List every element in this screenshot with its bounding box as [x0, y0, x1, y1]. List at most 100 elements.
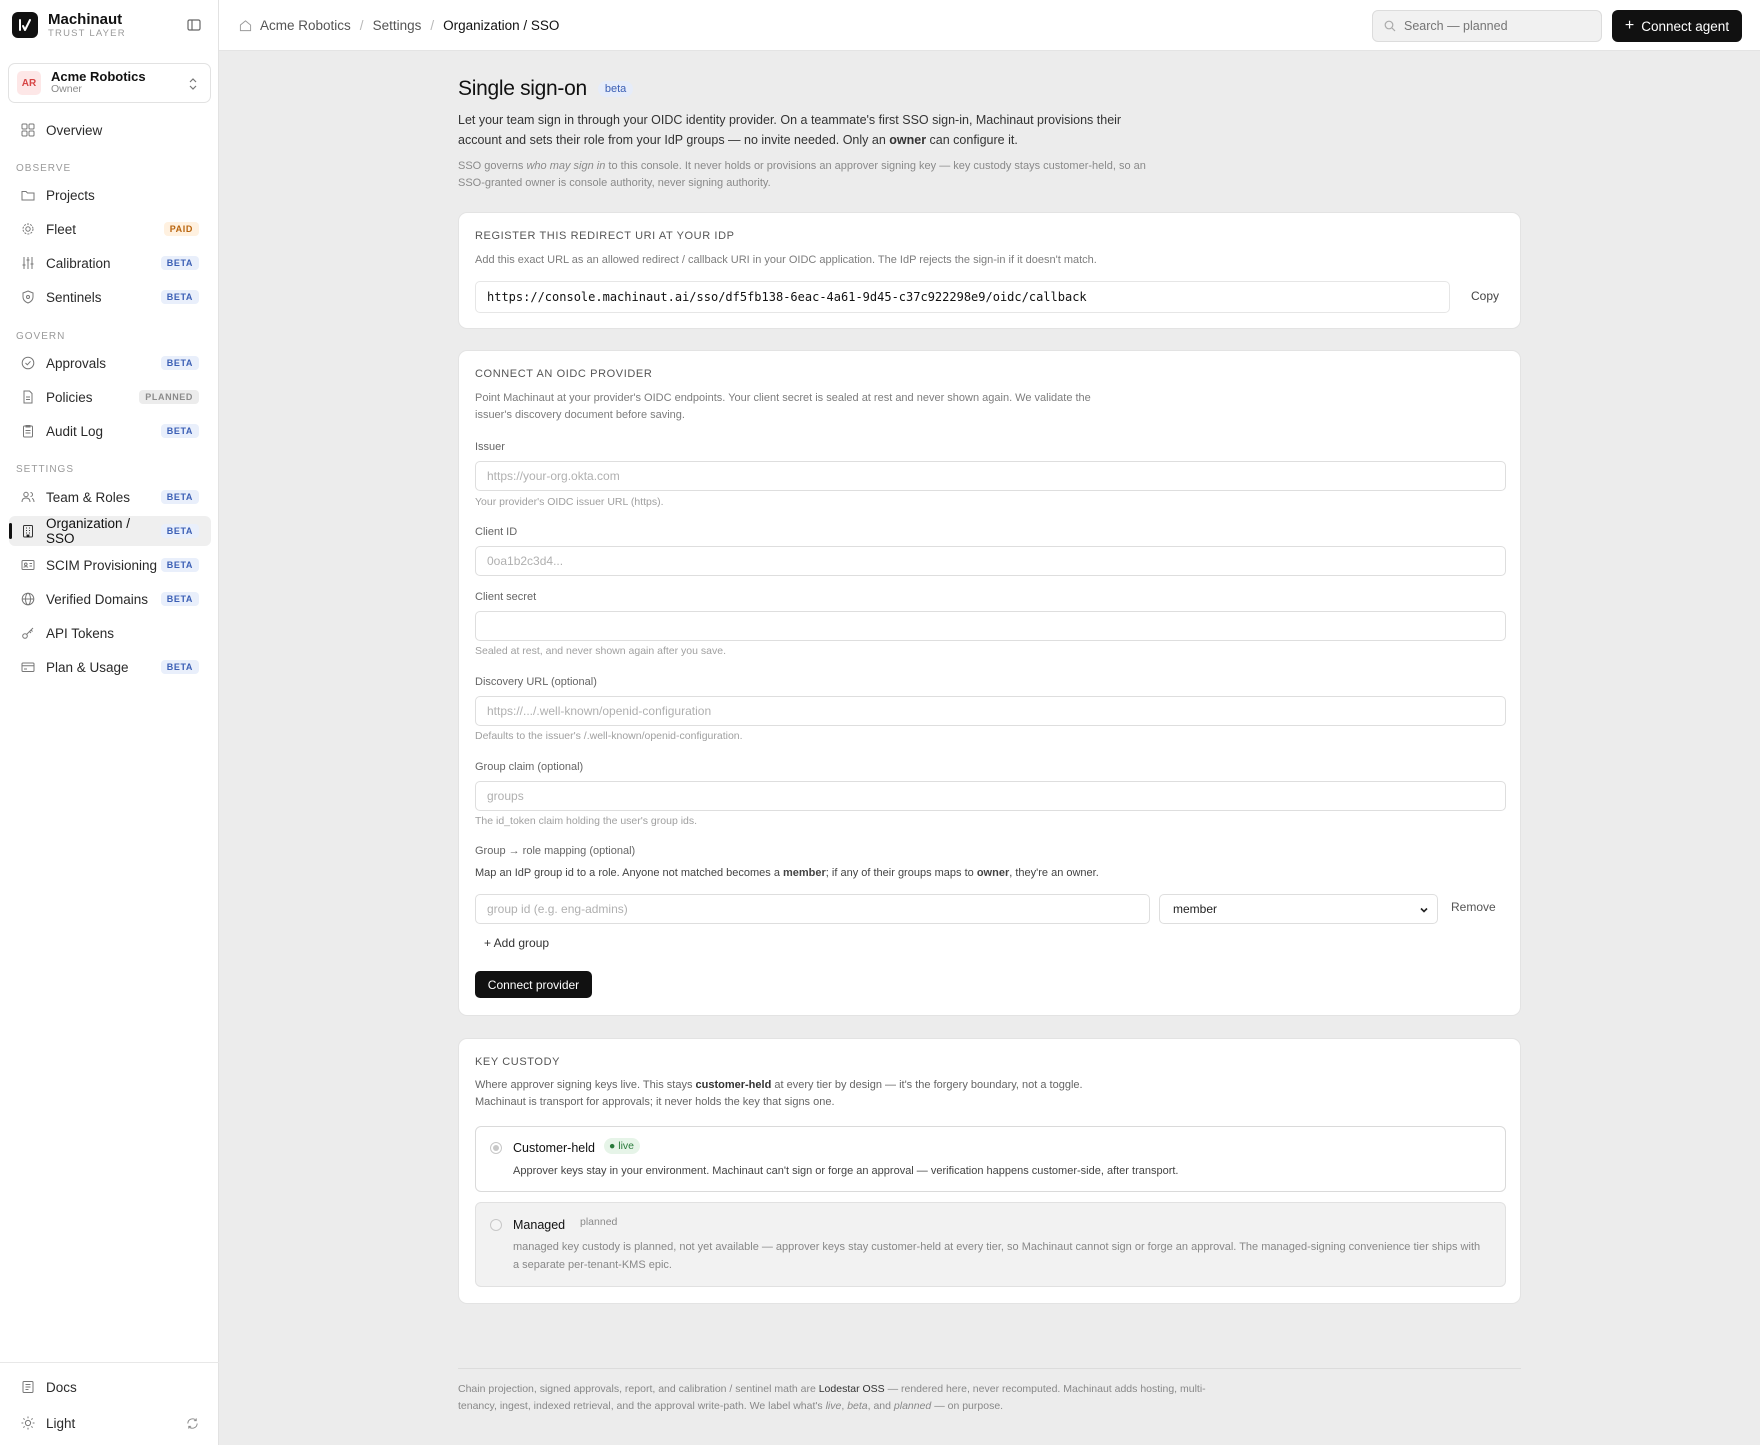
- section-label-govern: GOVERN: [16, 331, 66, 342]
- client-secret-label: Client secret: [475, 591, 537, 603]
- id-card-icon: [21, 558, 35, 572]
- gear-icon: [21, 222, 35, 236]
- footer-note: Chain projection, signed approvals, repo…: [458, 1383, 1206, 1412]
- group-claim-input[interactable]: [475, 781, 1506, 811]
- sidebar-item-label: Overview: [46, 122, 103, 138]
- add-group-button[interactable]: + Add group: [484, 936, 549, 950]
- sidebar-item-label: Organization / SSO: [46, 516, 131, 546]
- copy-button[interactable]: Copy: [1464, 285, 1506, 307]
- card-description: Where approver signing keys live. This s…: [475, 1079, 1083, 1108]
- issuer-help: Your provider's OIDC issuer URL (https).: [475, 496, 664, 508]
- beta-badge: BETA: [160, 356, 199, 370]
- group-id-input[interactable]: [475, 894, 1150, 924]
- brand-subtitle: TRUST LAYER: [48, 27, 126, 39]
- role-select[interactable]: member: [1159, 894, 1438, 924]
- beta-badge: BETA: [160, 524, 199, 538]
- group-claim-label: Group claim (optional): [475, 761, 584, 773]
- discovery-url-label: Discovery URL (optional): [475, 676, 597, 688]
- section-label-settings: SETTINGS: [16, 464, 75, 475]
- sidebar-item-label: Fleet: [46, 221, 77, 237]
- sidebar-item-docs[interactable]: Docs: [9, 1372, 211, 1402]
- key-custody-card: KEY CUSTODY Where approver signing keys …: [458, 1038, 1521, 1304]
- planned-tag: planned: [580, 1216, 618, 1228]
- page-title: Single sign-on: [458, 77, 587, 100]
- search-box[interactable]: [1372, 10, 1602, 42]
- chevron-up-down-icon: [188, 77, 198, 94]
- discovery-url-input[interactable]: [475, 696, 1506, 726]
- sidebar-item-overview[interactable]: Overview: [9, 115, 211, 145]
- sidebar-item-label: Calibration: [46, 255, 111, 271]
- beta-badge: BETA: [160, 290, 199, 304]
- client-secret-input[interactable]: [475, 611, 1506, 641]
- org-switcher[interactable]: AR Acme Robotics Owner: [8, 63, 211, 103]
- group-mapping-label: Group → role mapping (optional): [475, 845, 636, 857]
- sidebar-item-sentinels[interactable]: Sentinels BETA: [9, 282, 211, 312]
- oidc-provider-card: CONNECT AN OIDC PROVIDER Point Machinaut…: [458, 350, 1521, 1016]
- custody-option-customer-held[interactable]: Customer-held ● live Approver keys stay …: [475, 1126, 1506, 1192]
- sidebar-item-approvals[interactable]: Approvals BETA: [9, 348, 211, 378]
- page-note: SSO governs who may sign in to this cons…: [458, 160, 1146, 189]
- custody-option-managed: Managed planned managed key custody is p…: [475, 1202, 1506, 1287]
- sun-icon: [21, 1416, 35, 1430]
- discovery-url-help: Defaults to the issuer's /.well-known/op…: [475, 730, 743, 742]
- option-description: managed key custody is planned, not yet …: [513, 1241, 1481, 1271]
- option-description: Approver keys stay in your environment. …: [513, 1165, 1179, 1177]
- group-mapping-description: Map an IdP group id to a role. Anyone no…: [475, 867, 1099, 879]
- search-icon: [1384, 20, 1396, 32]
- sidebar-item-audit-log[interactable]: Audit Log BETA: [9, 416, 211, 446]
- connect-provider-button[interactable]: Connect provider: [475, 971, 592, 998]
- card-title: KEY CUSTODY: [475, 1056, 561, 1068]
- card-title: REGISTER THIS REDIRECT URI AT YOUR IDP: [475, 230, 735, 242]
- breadcrumb-org[interactable]: Acme Robotics: [260, 18, 351, 33]
- sidebar-item-team-roles[interactable]: Team & Roles BETA: [9, 482, 211, 512]
- option-name: Managed: [513, 1218, 566, 1232]
- issuer-input[interactable]: [475, 461, 1506, 491]
- live-badge: ● live: [604, 1138, 641, 1154]
- client-id-input[interactable]: [475, 546, 1506, 576]
- breadcrumb: Acme Robotics / Settings / Organization …: [239, 0, 559, 51]
- users-icon: [21, 490, 35, 504]
- search-input[interactable]: [1404, 19, 1584, 33]
- sidebar-item-projects[interactable]: Projects: [9, 180, 211, 210]
- brand[interactable]: Machinaut TRUST LAYER: [12, 12, 126, 38]
- sidebar-item-label: Plan & Usage: [46, 659, 129, 675]
- sidebar-collapse-icon[interactable]: [186, 17, 202, 33]
- footer-divider: [458, 1368, 1521, 1369]
- refresh-icon[interactable]: [186, 1417, 199, 1430]
- breadcrumb-separator: /: [359, 18, 364, 33]
- remove-group-button[interactable]: Remove: [1451, 900, 1496, 914]
- sidebar-item-calibration[interactable]: Calibration BETA: [9, 248, 211, 278]
- plus-icon: +: [1624, 17, 1635, 34]
- sidebar-item-verified-domains[interactable]: Verified Domains BETA: [9, 584, 211, 614]
- grid-icon: [21, 123, 35, 137]
- breadcrumb-current: Organization / SSO: [443, 18, 560, 33]
- sidebar-item-organization-sso[interactable]: Organization / SSO BETA: [9, 516, 211, 546]
- credit-card-icon: [21, 660, 35, 674]
- sidebar-item-fleet[interactable]: Fleet PAID: [9, 214, 211, 244]
- check-circle-icon: [21, 356, 35, 370]
- clipboard-icon: [21, 424, 35, 438]
- shield-icon: [21, 290, 35, 304]
- theme-toggle[interactable]: Light: [9, 1408, 211, 1438]
- chevron-down-icon: [1419, 904, 1429, 918]
- org-avatar: AR: [17, 71, 41, 95]
- connect-agent-label: Connect agent: [1641, 18, 1730, 34]
- beta-badge: BETA: [160, 490, 199, 504]
- card-title: CONNECT AN OIDC PROVIDER: [475, 368, 653, 380]
- custody-radio-customer-held[interactable]: [490, 1142, 502, 1154]
- sidebar-item-policies[interactable]: Policies PLANNED: [9, 382, 211, 412]
- sidebar-item-plan-usage[interactable]: Plan & Usage BETA: [9, 652, 211, 682]
- home-icon[interactable]: [239, 19, 252, 32]
- globe-icon: [21, 592, 35, 606]
- sidebar-item-api-tokens[interactable]: API Tokens: [9, 618, 211, 648]
- beta-badge: BETA: [160, 256, 199, 270]
- connect-agent-button[interactable]: + Connect agent: [1612, 10, 1742, 42]
- beta-pill: beta: [597, 81, 634, 97]
- topbar: Acme Robotics / Settings / Organization …: [219, 0, 1760, 51]
- sidebar-item-scim-provisioning[interactable]: SCIM Provisioning BETA: [9, 550, 211, 580]
- redirect-uri-field[interactable]: https://console.machinaut.ai/sso/df5fb13…: [475, 281, 1450, 313]
- page-header: Single sign-on beta: [458, 77, 634, 101]
- section-label-observe: OBSERVE: [16, 163, 72, 174]
- breadcrumb-settings[interactable]: Settings: [373, 18, 422, 33]
- beta-badge: BETA: [160, 558, 199, 572]
